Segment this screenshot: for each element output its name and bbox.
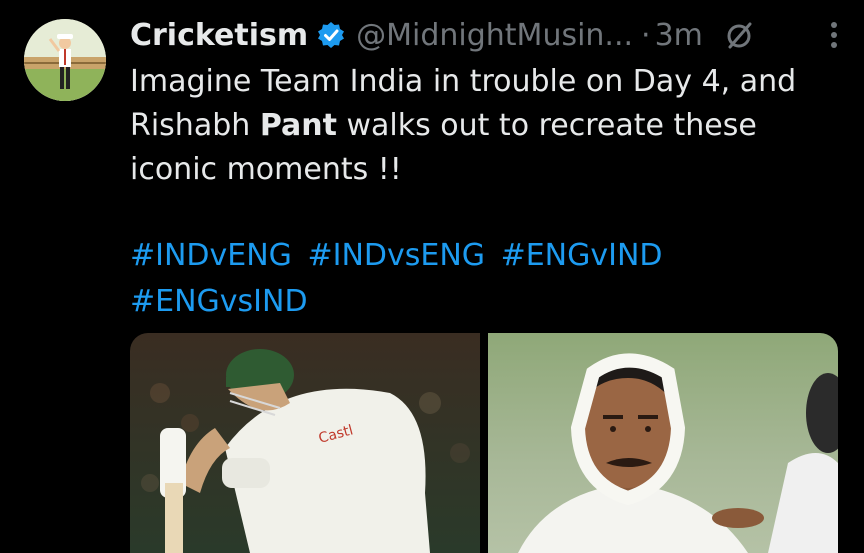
batsman-photo-icon: Castl: [130, 333, 480, 553]
author-handle[interactable]: @MidnightMusin...: [356, 18, 633, 53]
author-avatar[interactable]: [24, 19, 106, 101]
more-options-icon[interactable]: [830, 20, 838, 50]
separator-dot: ·: [641, 17, 651, 53]
hashtag-link[interactable]: #ENGvsIND: [130, 284, 308, 319]
media-image-right[interactable]: [488, 333, 838, 553]
verified-badge-icon: [316, 20, 346, 50]
grok-icon[interactable]: [723, 19, 755, 51]
umpire-avatar-icon: [24, 19, 106, 101]
media-grid: Castl: [130, 333, 838, 553]
media-image-left[interactable]: Castl: [130, 333, 480, 553]
tweet-line-2-prefix: Rishabh: [130, 108, 260, 143]
tweet-line-1: Imagine Team India in trouble on Day 4, …: [130, 64, 797, 99]
tweet-header: Cricketism @MidnightMusin... · 3m: [130, 14, 854, 56]
bandaged-bowler-photo-icon: [488, 333, 838, 553]
tweet-line-3: iconic moments !!: [130, 152, 402, 187]
hashtag-list: #INDvENG #INDvsENG #ENGvIND #ENGvsIND: [130, 233, 830, 325]
tweet-body: Imagine Team India in trouble on Day 4, …: [130, 60, 830, 192]
hashtag-link[interactable]: #INDvENG: [130, 238, 292, 273]
tweet-line-2-suffix: walks out to recreate these: [336, 108, 757, 143]
hashtag-link[interactable]: #INDvsENG: [307, 238, 485, 273]
tweet-bold-word: Pant: [259, 108, 337, 143]
tweet-line-2: Rishabh Pant walks out to recreate these: [130, 104, 830, 148]
tweet-timestamp[interactable]: 3m: [655, 18, 703, 53]
author-name[interactable]: Cricketism: [130, 18, 308, 53]
hashtag-link[interactable]: #ENGvIND: [501, 238, 663, 273]
